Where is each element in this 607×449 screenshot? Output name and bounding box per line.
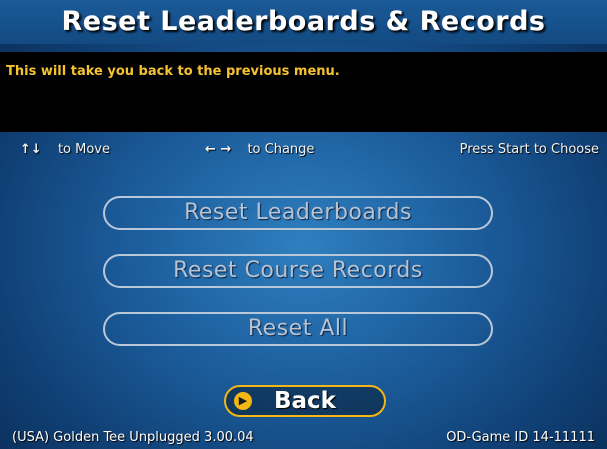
game-id-text: OD-Game ID 14-11111: [446, 430, 595, 445]
chevron-right-icon: ▶: [234, 392, 252, 410]
back-label: Back: [274, 388, 336, 414]
change-hint: ← → to Change: [205, 136, 314, 164]
move-label: to Move: [57, 142, 110, 157]
back-button[interactable]: ▶ Back: [224, 385, 386, 417]
controls-hint-bar: ↑↓ to Move ← → to Change Press Start to …: [0, 136, 607, 164]
change-label: to Change: [247, 142, 315, 157]
version-text: (USA) Golden Tee Unplugged 3.00.04: [12, 430, 254, 445]
choose-hint: Press Start to Choose: [459, 142, 599, 157]
move-hint: ↑↓ to Move: [20, 136, 110, 164]
page-title: Reset Leaderboards & Records: [0, 0, 607, 44]
reset-all-button[interactable]: Reset All: [103, 312, 493, 346]
reset-course-records-button[interactable]: Reset Course Records: [103, 254, 493, 288]
footer: (USA) Golden Tee Unplugged 3.00.04 OD-Ga…: [0, 427, 607, 449]
info-text: This will take you back to the previous …: [6, 64, 340, 79]
reset-leaderboards-button[interactable]: Reset Leaderboards: [103, 196, 493, 230]
info-panel: This will take you back to the previous …: [0, 52, 607, 132]
up-down-arrows-icon: ↑↓: [20, 142, 42, 157]
left-right-arrows-icon: ← →: [205, 142, 232, 157]
